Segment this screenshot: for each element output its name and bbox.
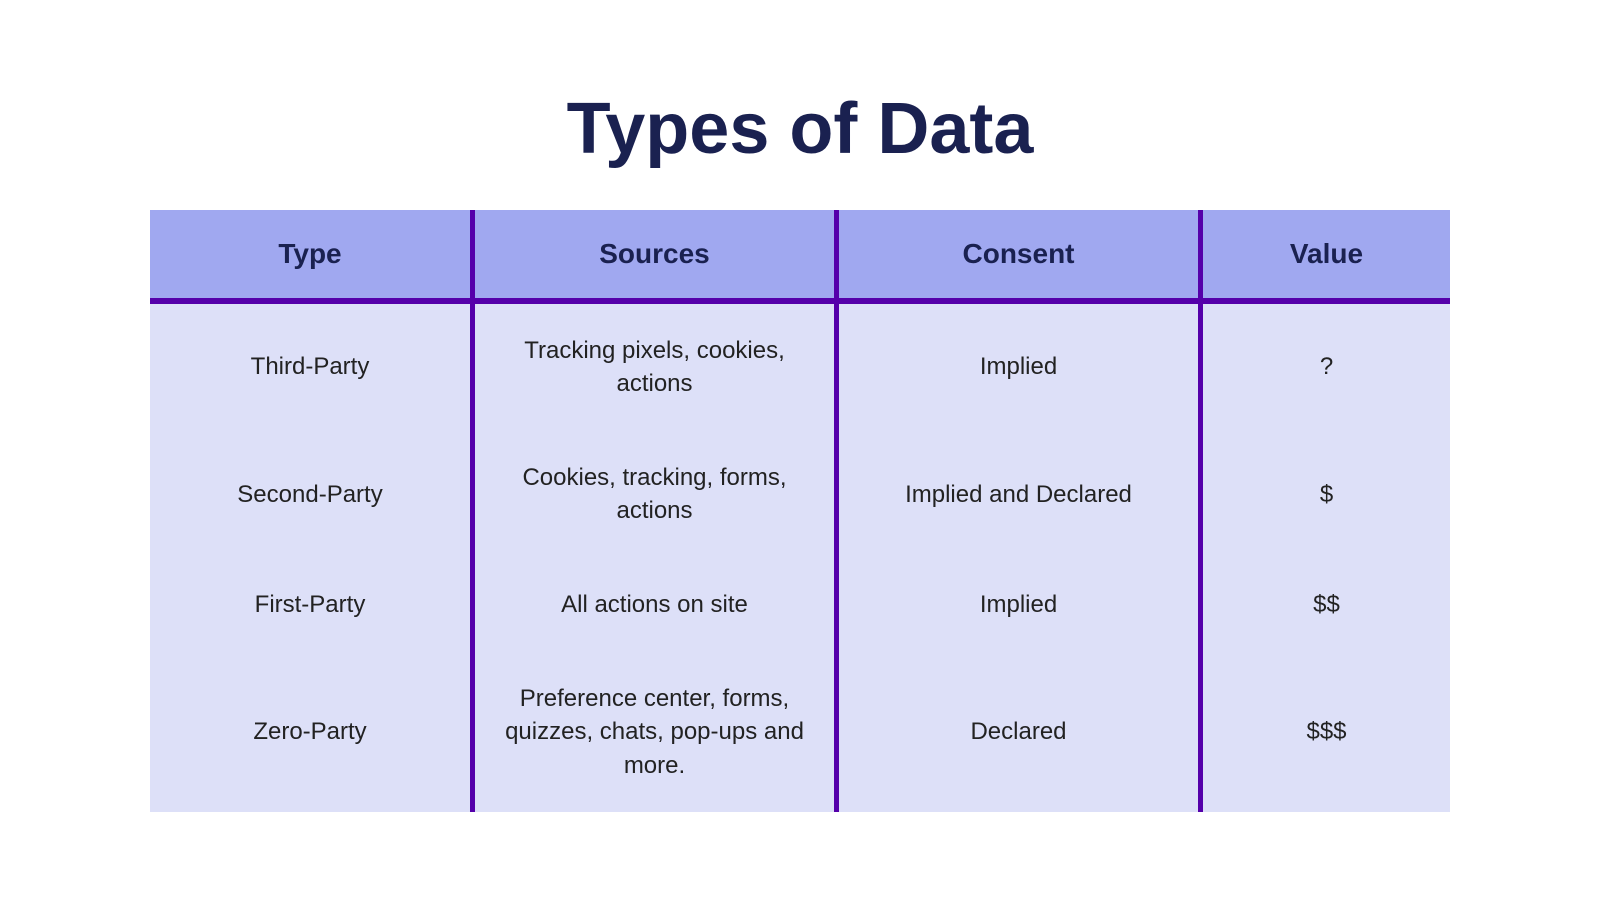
cell-sources-2: All actions on site bbox=[475, 558, 839, 652]
table-header-row: Type Sources Consent Value bbox=[150, 210, 1450, 304]
cell-consent-0: Implied bbox=[839, 304, 1203, 431]
cell-value-3: $$$ bbox=[1203, 652, 1450, 813]
cell-type-0: Third-Party bbox=[150, 304, 475, 431]
page-title: Types of Data bbox=[567, 88, 1034, 170]
cell-type-1: Second-Party bbox=[150, 431, 475, 558]
table-row: Third-PartyTracking pixels, cookies, act… bbox=[150, 304, 1450, 431]
cell-type-2: First-Party bbox=[150, 558, 475, 652]
types-of-data-table: Type Sources Consent Value Third-PartyTr… bbox=[150, 210, 1450, 813]
col-header-value: Value bbox=[1203, 210, 1450, 304]
table-row: Zero-PartyPreference center, forms, quiz… bbox=[150, 652, 1450, 813]
cell-type-3: Zero-Party bbox=[150, 652, 475, 813]
cell-consent-3: Declared bbox=[839, 652, 1203, 813]
table-row: First-PartyAll actions on siteImplied$$ bbox=[150, 558, 1450, 652]
cell-sources-3: Preference center, forms, quizzes, chats… bbox=[475, 652, 839, 813]
cell-value-0: ? bbox=[1203, 304, 1450, 431]
col-header-type: Type bbox=[150, 210, 475, 304]
cell-sources-1: Cookies, tracking, forms, actions bbox=[475, 431, 839, 558]
cell-consent-1: Implied and Declared bbox=[839, 431, 1203, 558]
cell-value-1: $ bbox=[1203, 431, 1450, 558]
data-table-container: Type Sources Consent Value Third-PartyTr… bbox=[150, 210, 1450, 813]
cell-value-2: $$ bbox=[1203, 558, 1450, 652]
cell-sources-0: Tracking pixels, cookies, actions bbox=[475, 304, 839, 431]
cell-consent-2: Implied bbox=[839, 558, 1203, 652]
col-header-sources: Sources bbox=[475, 210, 839, 304]
table-row: Second-PartyCookies, tracking, forms, ac… bbox=[150, 431, 1450, 558]
col-header-consent: Consent bbox=[839, 210, 1203, 304]
